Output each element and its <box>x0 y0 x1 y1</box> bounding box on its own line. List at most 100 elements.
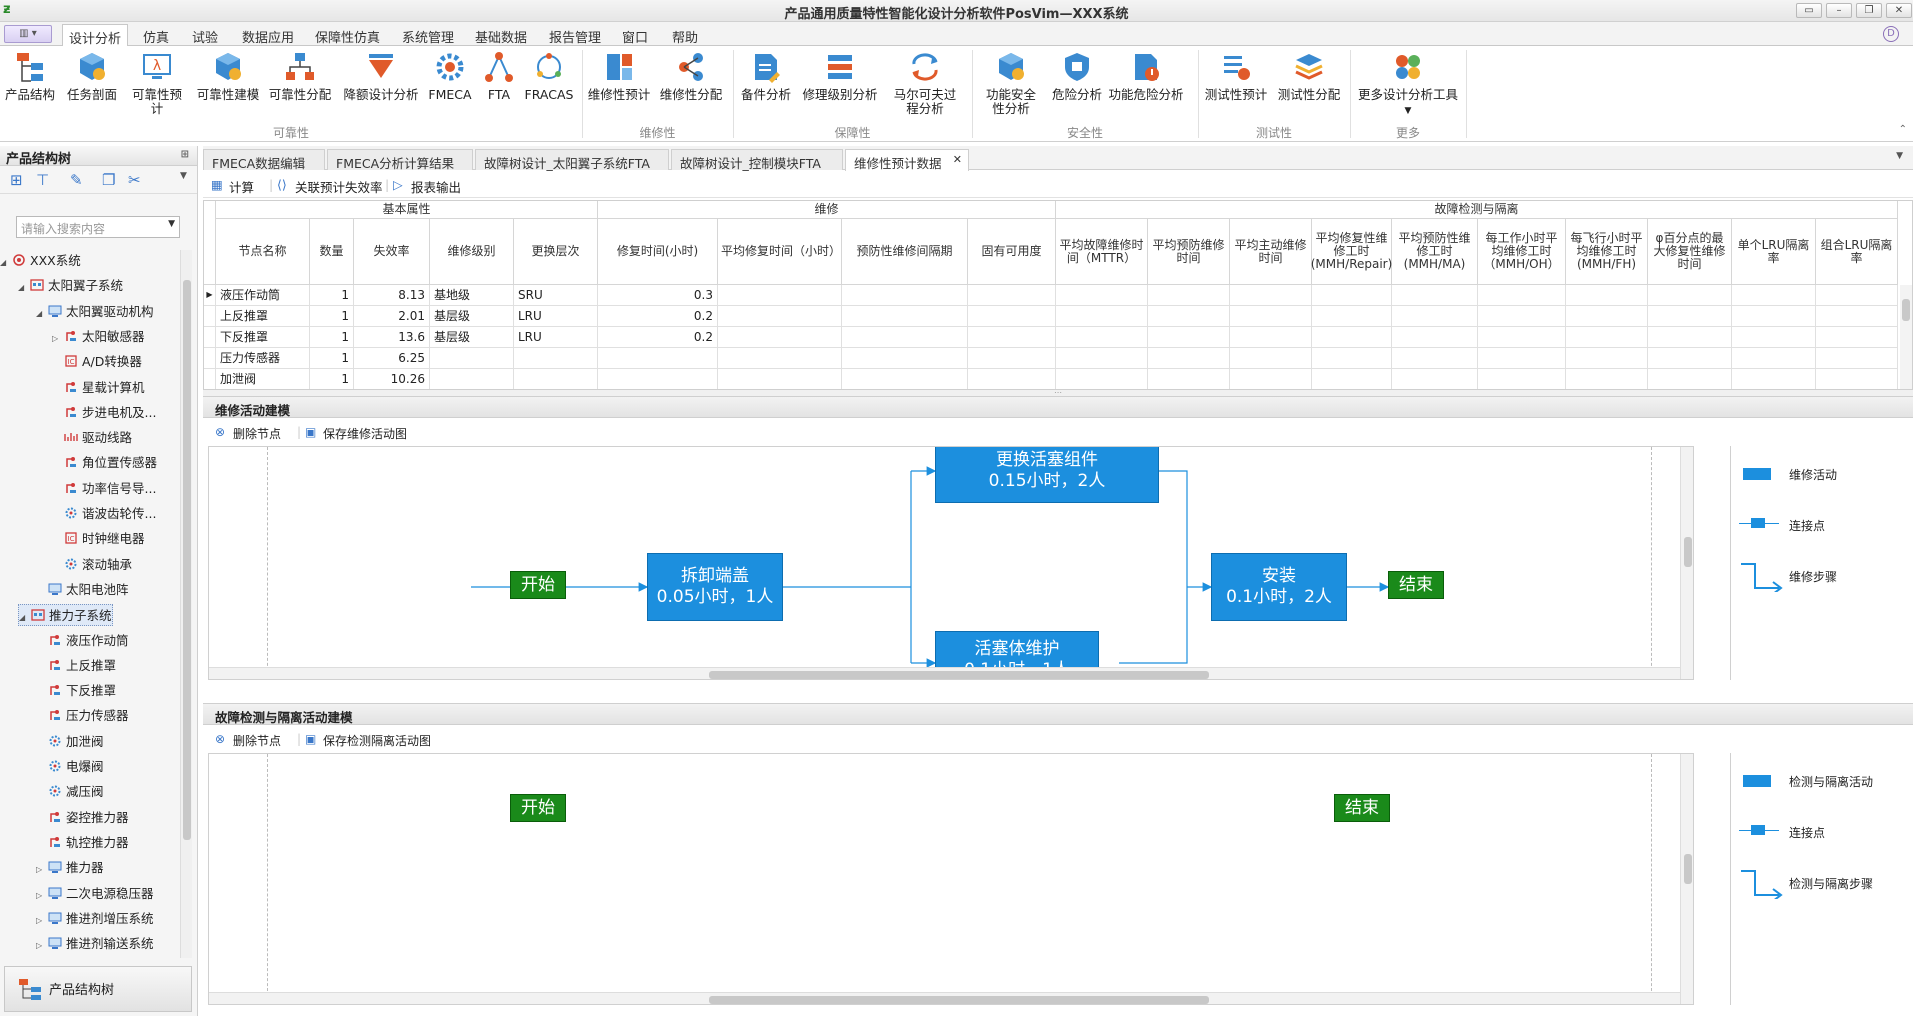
tree-node[interactable]: 功率信号导... <box>52 478 156 500</box>
table-cell[interactable] <box>842 306 968 327</box>
table-cell[interactable] <box>1312 327 1392 348</box>
expand-toggle-icon[interactable]: ▷ <box>36 885 48 907</box>
tree-node[interactable]: ▷ 太阳敏感器 <box>52 326 145 348</box>
expand-toggle-icon[interactable]: ▷ <box>36 910 48 932</box>
menu-simulation[interactable]: 仿真 <box>137 26 175 46</box>
tree-node[interactable]: ▷ 推进剂输送系统 <box>36 933 154 955</box>
fracas-button[interactable]: FRACAS <box>524 50 574 112</box>
add-child-icon[interactable]: ⊞ <box>10 171 23 189</box>
testability-prediction-button[interactable]: 测试性预计 <box>1204 50 1268 112</box>
table-cell[interactable] <box>1566 285 1648 306</box>
menu-help[interactable]: 帮助 <box>666 26 704 46</box>
table-cell[interactable]: 0.2 <box>598 327 718 348</box>
table-cell[interactable] <box>718 306 842 327</box>
table-cell[interactable] <box>1148 348 1230 369</box>
expand-toggle-icon[interactable]: ◢ <box>0 252 12 274</box>
tree-node[interactable]: 角位置传感器 <box>52 452 157 474</box>
table-cell[interactable] <box>718 369 842 389</box>
table-cell[interactable] <box>1648 369 1732 389</box>
table-cell[interactable] <box>1056 306 1148 327</box>
edit-icon[interactable]: ✎ <box>70 171 83 189</box>
minimize-button[interactable]: – <box>1826 3 1852 18</box>
table-cell[interactable] <box>1732 306 1816 327</box>
table-cell[interactable]: 6.25 <box>354 348 430 369</box>
table-cell[interactable]: 基层级 <box>430 306 514 327</box>
tree-node[interactable]: ◢ 太阳翼子系统 <box>18 275 123 297</box>
activity-node-remove-cap[interactable]: 拆卸端盖 0.05小时，1人 <box>647 553 783 621</box>
table-cell[interactable] <box>842 369 968 389</box>
product-structure-button[interactable]: 产品结构 <box>2 50 58 112</box>
table-cell[interactable] <box>1056 327 1148 348</box>
mission-profile-button[interactable]: 任务剖面 <box>64 50 120 112</box>
hazard-analysis-button[interactable]: 危险分析 <box>1052 50 1102 112</box>
table-cell[interactable]: 1 <box>310 348 354 369</box>
table-cell[interactable] <box>1478 369 1566 389</box>
table-cell[interactable] <box>1230 285 1312 306</box>
menu-support-simulation[interactable]: 保障性仿真 <box>309 26 386 46</box>
spare-parts-analysis-button[interactable]: 备件分析 <box>738 50 794 112</box>
tree-search-input[interactable]: 请输入搜索内容 ▼ <box>16 216 180 238</box>
table-cell[interactable] <box>1816 327 1898 348</box>
app-menu-button[interactable]: ▥ ▾ <box>4 25 52 43</box>
tree-node[interactable]: 电爆阀 <box>36 756 104 778</box>
info-icon[interactable]: D <box>1883 26 1899 42</box>
grid-scrollbar[interactable] <box>1900 285 1912 389</box>
tree-node[interactable]: IC 时钟继电器 <box>52 528 145 550</box>
table-cell[interactable] <box>718 348 842 369</box>
menu-test[interactable]: 试验 <box>186 26 224 46</box>
table-cell[interactable] <box>1230 369 1312 389</box>
table-cell[interactable] <box>1148 327 1230 348</box>
fdi-hscroll[interactable] <box>209 992 1680 1004</box>
table-cell[interactable] <box>968 327 1056 348</box>
tree-node[interactable]: 加泄阀 <box>36 731 104 753</box>
derating-analysis-button[interactable]: 降额设计分析 <box>342 50 420 112</box>
fta-button[interactable]: FTA <box>480 50 518 112</box>
expand-toggle-icon[interactable]: ◢ <box>18 277 30 299</box>
tree-node[interactable]: IC A/D转换器 <box>52 351 142 373</box>
table-cell[interactable]: 基地级 <box>430 285 514 306</box>
menu-data-application[interactable]: 数据应用 <box>236 26 300 46</box>
table-cell[interactable] <box>430 369 514 389</box>
table-cell[interactable]: 2.01 <box>354 306 430 327</box>
table-cell[interactable] <box>1566 327 1648 348</box>
tab-fta-solar[interactable]: 故障树设计_太阳翼子系统FTA <box>475 149 669 171</box>
table-cell[interactable] <box>1392 348 1478 369</box>
table-cell[interactable] <box>968 306 1056 327</box>
table-cell[interactable]: 1 <box>310 327 354 348</box>
table-cell[interactable]: 1 <box>310 306 354 327</box>
table-cell[interactable] <box>1566 306 1648 327</box>
maintenance-canvas[interactable]: 开始 拆卸端盖0.05小时，1人 更换活塞组件0.15小时，2人 活塞体维护0.… <box>208 446 1694 680</box>
tree-node[interactable]: 减压阀 <box>36 781 104 803</box>
table-cell[interactable] <box>1816 285 1898 306</box>
table-cell[interactable] <box>1478 285 1566 306</box>
table-cell[interactable] <box>842 285 968 306</box>
calc-button[interactable]: 计算 <box>229 177 254 196</box>
expand-toggle-icon[interactable]: ▷ <box>36 859 48 881</box>
activity-node-replace-piston[interactable]: 更换活塞组件 0.15小时，2人 <box>935 447 1159 503</box>
table-cell[interactable]: 0.3 <box>598 285 718 306</box>
menu-design-analysis[interactable]: 设计分析 <box>62 24 129 47</box>
expand-toggle-icon[interactable]: ▷ <box>52 328 64 350</box>
tree-node[interactable]: 谐波齿轮传... <box>52 503 156 525</box>
table-cell[interactable] <box>1732 285 1816 306</box>
table-cell[interactable] <box>1478 348 1566 369</box>
chevron-down-icon[interactable]: ▼ <box>168 219 175 229</box>
table-cell[interactable] <box>1478 327 1566 348</box>
table-cell[interactable]: LRU <box>514 306 598 327</box>
dropdown-arrow-icon[interactable]: ▼ <box>180 171 187 181</box>
save-maintenance-diagram-button[interactable]: 保存维修活动图 <box>323 425 407 442</box>
table-cell[interactable]: 加泄阀 <box>216 369 310 389</box>
table-cell[interactable] <box>1392 306 1478 327</box>
canvas-vscroll[interactable] <box>1680 447 1693 679</box>
table-cell[interactable] <box>1230 306 1312 327</box>
reliability-prediction-button[interactable]: λ 可靠性预计 <box>126 50 188 116</box>
table-cell[interactable] <box>1230 348 1312 369</box>
table-cell[interactable] <box>1056 348 1148 369</box>
tree-node[interactable]: 太阳电池阵 <box>36 579 129 601</box>
tab-list-icon[interactable]: ▼ <box>1896 151 1903 161</box>
table-cell[interactable] <box>968 285 1056 306</box>
save-fdi-diagram-button[interactable]: 保存检测隔离活动图 <box>323 732 431 749</box>
tree-node[interactable]: ◢ 推力子系统 <box>18 604 113 627</box>
tree-node[interactable]: ◢ XXX系统 <box>0 250 81 272</box>
table-cell[interactable] <box>1732 348 1816 369</box>
